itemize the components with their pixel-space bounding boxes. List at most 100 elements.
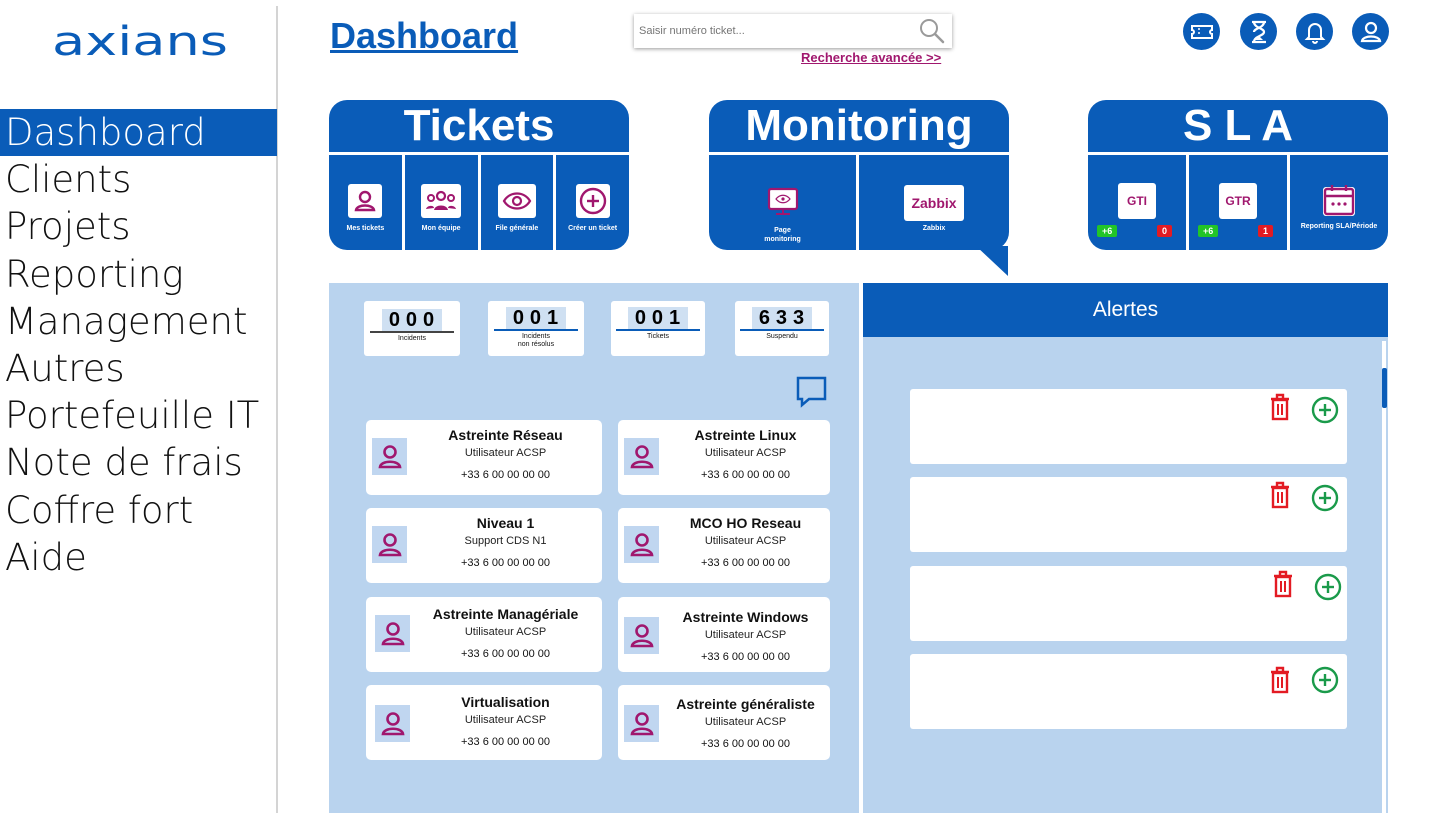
contact-phone: +33 6 00 00 00 00 (461, 648, 550, 660)
hourglass-icon[interactable] (1240, 13, 1277, 50)
counter-incidents-non-resolus[interactable]: 001 Incidents non résolus (488, 301, 584, 356)
avatar-user-icon (375, 615, 410, 652)
sidebar-item-management[interactable]: Management (0, 298, 277, 345)
sla-card-title: S L A (1088, 100, 1388, 152)
contact-phone: +33 6 00 00 00 00 (701, 469, 790, 481)
contact-role: Utilisateur ACSP (704, 629, 787, 641)
tickets-card-title: Tickets (329, 100, 629, 152)
tile-reporting-sla[interactable]: Reporting SLA/Période (1290, 155, 1388, 250)
axians-logo[interactable]: axians (52, 22, 228, 64)
contact-role: Utilisateur ACSP (704, 535, 787, 547)
contact-phone: +33 6 00 00 00 00 (461, 557, 550, 569)
tile-label: Reporting SLA/Période (1300, 223, 1378, 230)
contact-card[interactable]: Astreinte Managériale Utilisateur ACSP +33… (366, 597, 602, 672)
monitoring-card: Monitoring Page monitoring Zabbix Zabbix (709, 100, 1009, 250)
plus-circle-icon[interactable] (1311, 666, 1339, 694)
contact-card[interactable]: Virtualisation Utilisateur ACSP +33 6 00 0… (366, 685, 602, 760)
sidebar-item-note-de-frais[interactable]: Note de frais (0, 439, 277, 486)
contact-phone: +33 6 00 00 00 00 (461, 469, 550, 481)
contact-card[interactable]: Astreinte Linux Utilisateur ACSP +33 6 00 … (618, 420, 830, 495)
contact-card[interactable]: Astreinte Windows Utilisateur ACSP +33 6 0… (618, 597, 830, 672)
search-input[interactable] (634, 14, 904, 48)
sidebar-item-dashboard[interactable]: Dashboard (0, 109, 277, 157)
contact-name: Astreinte Managériale (432, 606, 579, 622)
counter-label: Suspendu (766, 333, 798, 340)
tile-mes-tickets[interactable]: Mes tickets (329, 155, 402, 250)
tile-label: File générale (495, 225, 539, 232)
sidebar-item-coffre-fort[interactable]: Coffre fort (0, 487, 277, 534)
tile-gti[interactable]: GTI +6 0 (1088, 155, 1186, 250)
trash-icon[interactable] (1269, 666, 1291, 694)
tile-gtr[interactable]: GTR +6 1 (1189, 155, 1287, 250)
eye-icon (497, 184, 536, 218)
monitor-icon (763, 185, 802, 219)
plus-circle-icon[interactable] (1314, 573, 1342, 601)
plus-circle-icon[interactable] (1311, 484, 1339, 512)
tile-label: Zabbix (922, 225, 946, 232)
alerts-title: Alertes (863, 283, 1388, 337)
search-icon[interactable] (918, 17, 946, 45)
sidebar-item-projets[interactable]: Projets (0, 203, 277, 250)
sla-card: S L A GTI +6 0 GTR +6 1 Reporting SLA/Pé… (1088, 100, 1388, 250)
alert-item (910, 389, 1347, 464)
advanced-search-link[interactable]: Recherche avancée >> (801, 50, 941, 65)
ticket-icon[interactable] (1183, 13, 1220, 50)
user-icon[interactable] (1352, 13, 1389, 50)
trash-icon[interactable] (1272, 570, 1294, 598)
sidebar-item-portefeuille-it[interactable]: Portefeuille IT (0, 392, 277, 439)
gti-badge-red: 0 (1157, 225, 1173, 237)
gti-button: GTI (1118, 183, 1156, 219)
bell-icon[interactable] (1296, 13, 1333, 50)
tile-mon-equipe[interactable]: Mon équipe (404, 155, 478, 250)
contact-role: Utilisateur ACSP (464, 447, 547, 459)
sidebar-item-autres[interactable]: Autres (0, 345, 277, 392)
contact-role: Support CDS N1 (464, 535, 547, 547)
counter-tickets[interactable]: 001 Tickets (611, 301, 705, 356)
tile-label: Créer un ticket (568, 225, 618, 232)
avatar-user-icon (375, 705, 410, 742)
zabbix-button: Zabbix (904, 185, 964, 221)
trash-icon[interactable] (1269, 393, 1291, 421)
contact-name: Astreinte généraliste (676, 696, 815, 712)
contact-name: Astreinte Linux (694, 427, 797, 443)
contact-name: Virtualisation (461, 694, 550, 710)
chat-icon[interactable] (795, 375, 828, 408)
sla-tiles: GTI +6 0 GTR +6 1 Reporting SLA/Période (1088, 155, 1388, 250)
alerts-scrollbar-thumb[interactable] (1382, 368, 1387, 408)
team-icon (421, 184, 462, 218)
gtr-badge-green: +6 (1198, 225, 1219, 237)
counter-value: 000 (381, 309, 443, 331)
contact-card[interactable]: MCO HO Reseau Utilisateur ACSP +33 6 00 00… (618, 508, 830, 583)
tile-zabbix[interactable]: Zabbix Zabbix (859, 155, 1009, 250)
sidebar-item-clients[interactable]: Clients (0, 156, 277, 203)
svg-text:axians: axians (52, 22, 228, 64)
avatar-user-icon (624, 617, 659, 654)
counter-label: Incidents (397, 335, 427, 342)
contact-phone: +33 6 00 00 00 00 (461, 736, 550, 748)
counter-underline (740, 329, 824, 331)
contact-card[interactable]: Niveau 1 Support CDS N1 +33 6 00 00 00 00 (366, 508, 602, 583)
contact-card[interactable]: Astreinte généraliste Utilisateur ACSP +33… (618, 685, 830, 760)
contact-name: Astreinte Windows (682, 609, 809, 625)
contact-name: Niveau 1 (476, 515, 535, 531)
plus-circle-icon[interactable] (1311, 396, 1339, 424)
counter-suspendu[interactable]: 633 Suspendu (735, 301, 829, 356)
contact-role: Utilisateur ACSP (464, 714, 547, 726)
alerts-scrollbar-track[interactable] (1382, 341, 1386, 813)
contact-role: Utilisateur ACSP (704, 716, 787, 728)
counter-incidents[interactable]: 000 Incidents (364, 301, 460, 356)
sidebar-item-reporting[interactable]: Reporting (0, 251, 277, 298)
counter-underline (370, 331, 454, 333)
avatar-user-icon (624, 438, 659, 475)
contact-phone: +33 6 00 00 00 00 (701, 557, 790, 569)
gtr-badge-red: 1 (1258, 225, 1274, 237)
user-icon (348, 184, 383, 218)
tile-file-generale[interactable]: File générale (480, 155, 554, 250)
tile-page-monitoring[interactable]: Page monitoring (709, 155, 856, 250)
contact-card[interactable]: Astreinte Réseau Utilisateur ACSP +33 6 00… (366, 420, 602, 495)
tile-creer-ticket[interactable]: Créer un ticket (556, 155, 629, 250)
trash-icon[interactable] (1269, 481, 1291, 509)
contact-phone: +33 6 00 00 00 00 (701, 738, 790, 750)
sidebar-item-aide[interactable]: Aide (0, 534, 277, 581)
tile-label: Mes tickets (346, 225, 385, 232)
